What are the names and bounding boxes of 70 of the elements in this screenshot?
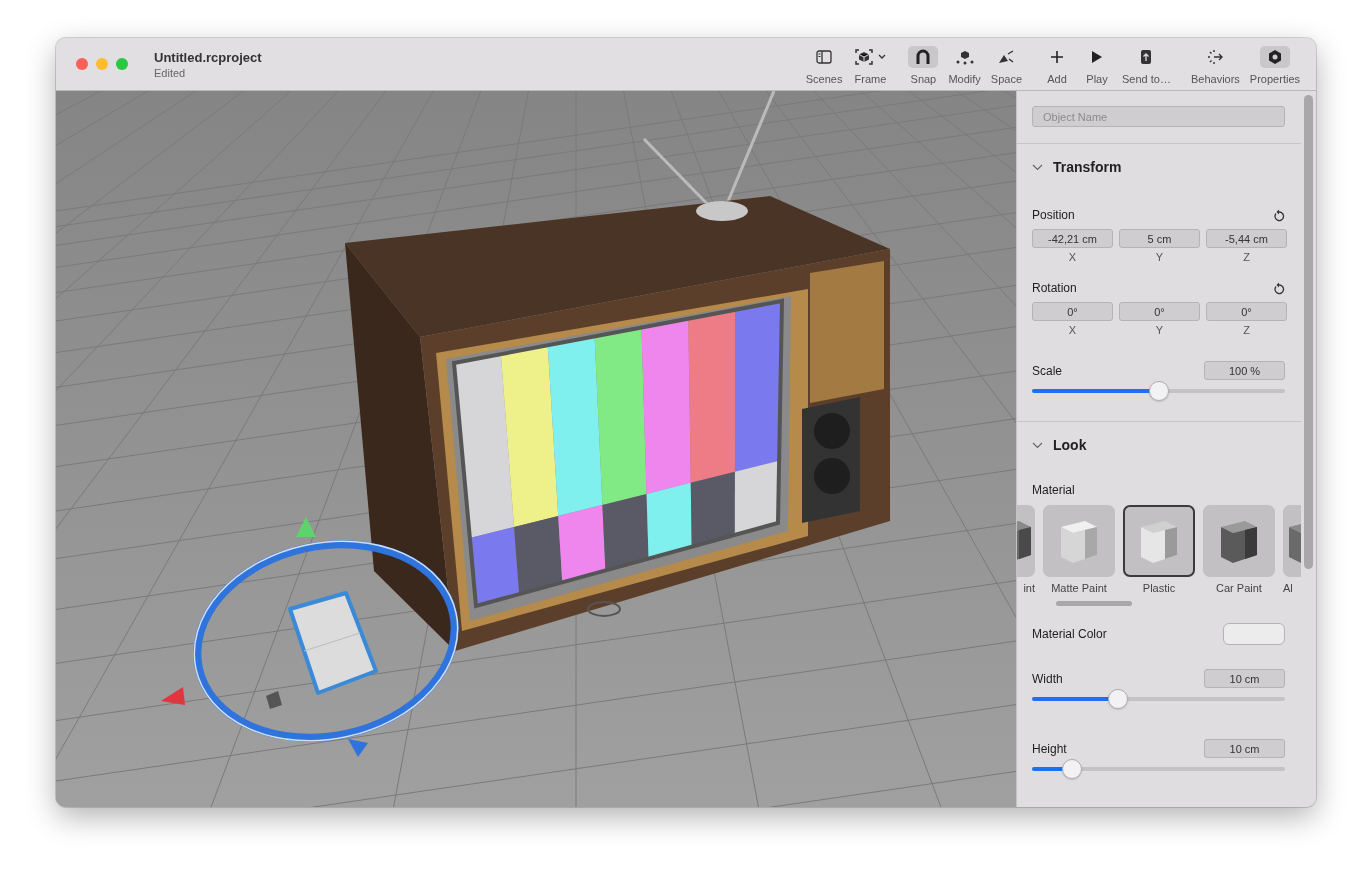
material-label: int xyxy=(1022,582,1035,594)
axis-label: Y xyxy=(1154,251,1165,263)
rotation-field[interactable]: 0° xyxy=(1119,302,1200,321)
color-swatch[interactable] xyxy=(1223,623,1285,645)
toolbar-button[interactable]: Space xyxy=(988,45,1024,85)
material-label: Al xyxy=(1283,582,1294,594)
material-thumbnail[interactable] xyxy=(1043,505,1115,577)
field-label: Height xyxy=(1032,741,1067,756)
field-label: Position xyxy=(1032,208,1075,222)
gear-icon xyxy=(1266,48,1283,65)
slider-track[interactable] xyxy=(1032,381,1285,401)
send-icon xyxy=(1140,48,1153,65)
toolbar-button[interactable]: Behaviors xyxy=(1188,45,1242,85)
position-field[interactable]: 5 cm xyxy=(1119,229,1200,248)
toolbar-button[interactable]: Send to… xyxy=(1120,45,1173,85)
scrollbar[interactable] xyxy=(1304,95,1313,569)
axis-label: Y xyxy=(1154,324,1165,336)
position-field[interactable]: -5,44 cm xyxy=(1206,229,1287,248)
value-field[interactable]: 100 % xyxy=(1204,361,1285,380)
toolbar-button[interactable]: Modify xyxy=(946,45,983,85)
reset-icon[interactable] xyxy=(1273,281,1285,295)
material-label: Plastic xyxy=(1141,582,1177,594)
rotation-field[interactable]: 0° xyxy=(1032,302,1113,321)
field-label: Material xyxy=(1032,483,1075,497)
slider-track[interactable] xyxy=(1032,689,1285,709)
rotation-field[interactable]: 0° xyxy=(1206,302,1287,321)
material-option[interactable]: Car Paint xyxy=(1203,505,1275,594)
axis-label: X xyxy=(1067,251,1078,263)
toolbar-button[interactable]: Properties xyxy=(1247,45,1302,85)
value-field[interactable]: 10 cm xyxy=(1204,669,1285,688)
object-name-field[interactable]: Object Name xyxy=(1032,106,1285,127)
sidebar-icon xyxy=(816,49,833,64)
toolbar-button[interactable]: Snap xyxy=(906,45,941,85)
window-subtitle: Edited xyxy=(154,66,187,79)
toolbar-button[interactable]: Add xyxy=(1040,45,1074,85)
axis-label: Z xyxy=(1242,324,1251,336)
slider-thumb[interactable] xyxy=(1062,759,1083,779)
add-icon xyxy=(1050,49,1064,64)
close-button[interactable] xyxy=(76,58,88,70)
play-icon xyxy=(1091,49,1103,64)
material-option[interactable]: Matte Paint xyxy=(1043,505,1115,594)
material-label: Car Paint xyxy=(1215,582,1263,594)
toolbar-button[interactable]: Play xyxy=(1080,45,1114,85)
material-option[interactable]: int xyxy=(1017,505,1035,594)
slider-thumb[interactable] xyxy=(1108,689,1128,709)
material-thumbnail[interactable] xyxy=(1203,505,1275,577)
slider-track[interactable] xyxy=(1032,759,1285,779)
window-title: Untitled.rcproject xyxy=(154,49,262,65)
field-label: Width xyxy=(1032,671,1063,686)
field-label: Rotation xyxy=(1032,281,1077,295)
transform-gizmo-drawing[interactable] xyxy=(161,517,459,757)
position-field[interactable]: -42,21 cm xyxy=(1032,229,1113,248)
viewport[interactable] xyxy=(56,91,1016,807)
section-title: Transform xyxy=(1053,159,1122,175)
material-option[interactable]: Al xyxy=(1283,505,1301,594)
toolbar-button[interactable]: Scenes xyxy=(803,45,845,85)
material-label: Matte Paint xyxy=(1050,582,1108,594)
field-label: Material Color xyxy=(1032,627,1107,641)
cube-frame-icon xyxy=(854,47,875,66)
field-label: Scale xyxy=(1032,363,1063,378)
material-option[interactable]: Plastic xyxy=(1123,505,1195,594)
reset-icon[interactable] xyxy=(1273,208,1285,222)
magnet-icon xyxy=(916,48,931,65)
material-thumbnail[interactable] xyxy=(1123,505,1195,577)
section-title: Look xyxy=(1053,437,1087,453)
value-field[interactable]: 10 cm xyxy=(1204,739,1285,758)
axis-label: Z xyxy=(1242,251,1251,263)
slider-thumb[interactable] xyxy=(1148,381,1169,401)
toolbar-button[interactable]: Frame xyxy=(850,45,891,85)
axis-label: X xyxy=(1067,324,1078,336)
